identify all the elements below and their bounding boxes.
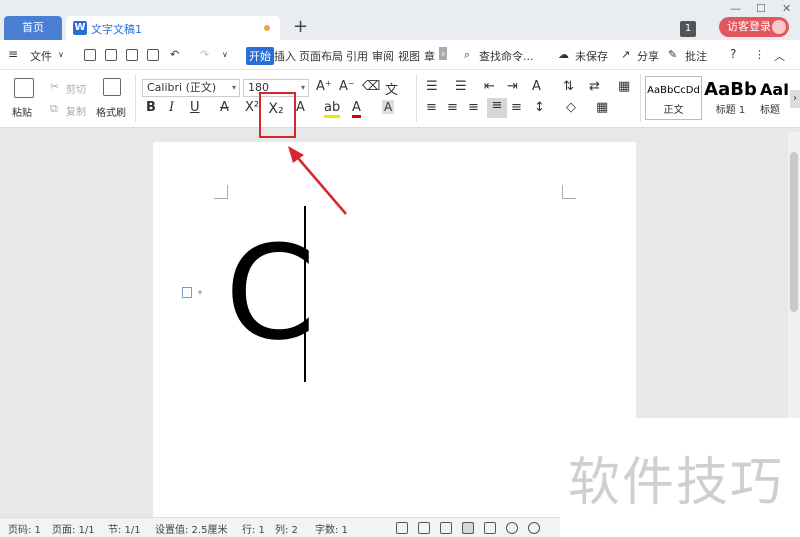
status-section[interactable]: 节: 1/1	[108, 521, 141, 536]
status-col[interactable]: 列: 2	[275, 521, 298, 536]
outline-view-icon[interactable]	[484, 522, 496, 534]
fullscreen-icon[interactable]	[396, 522, 408, 534]
edit-mode-icon[interactable]	[440, 522, 452, 534]
status-word-count[interactable]: 字数: 1	[315, 521, 348, 536]
web-view-icon[interactable]	[506, 522, 518, 534]
status-setting[interactable]: 设置值: 2.5厘米	[155, 521, 227, 536]
read-mode-icon[interactable]	[418, 522, 430, 534]
annotation-arrow	[288, 146, 347, 215]
eye-protect-icon[interactable]	[528, 522, 540, 534]
status-page[interactable]: 页面: 1/1	[52, 521, 95, 536]
page-view-icon[interactable]	[462, 522, 474, 534]
status-page-number[interactable]: 页码: 1	[8, 521, 41, 536]
status-bar: 页码: 1 页面: 1/1 节: 1/1 设置值: 2.5厘米 行: 1 列: …	[0, 517, 560, 537]
status-row[interactable]: 行: 1	[242, 521, 265, 536]
